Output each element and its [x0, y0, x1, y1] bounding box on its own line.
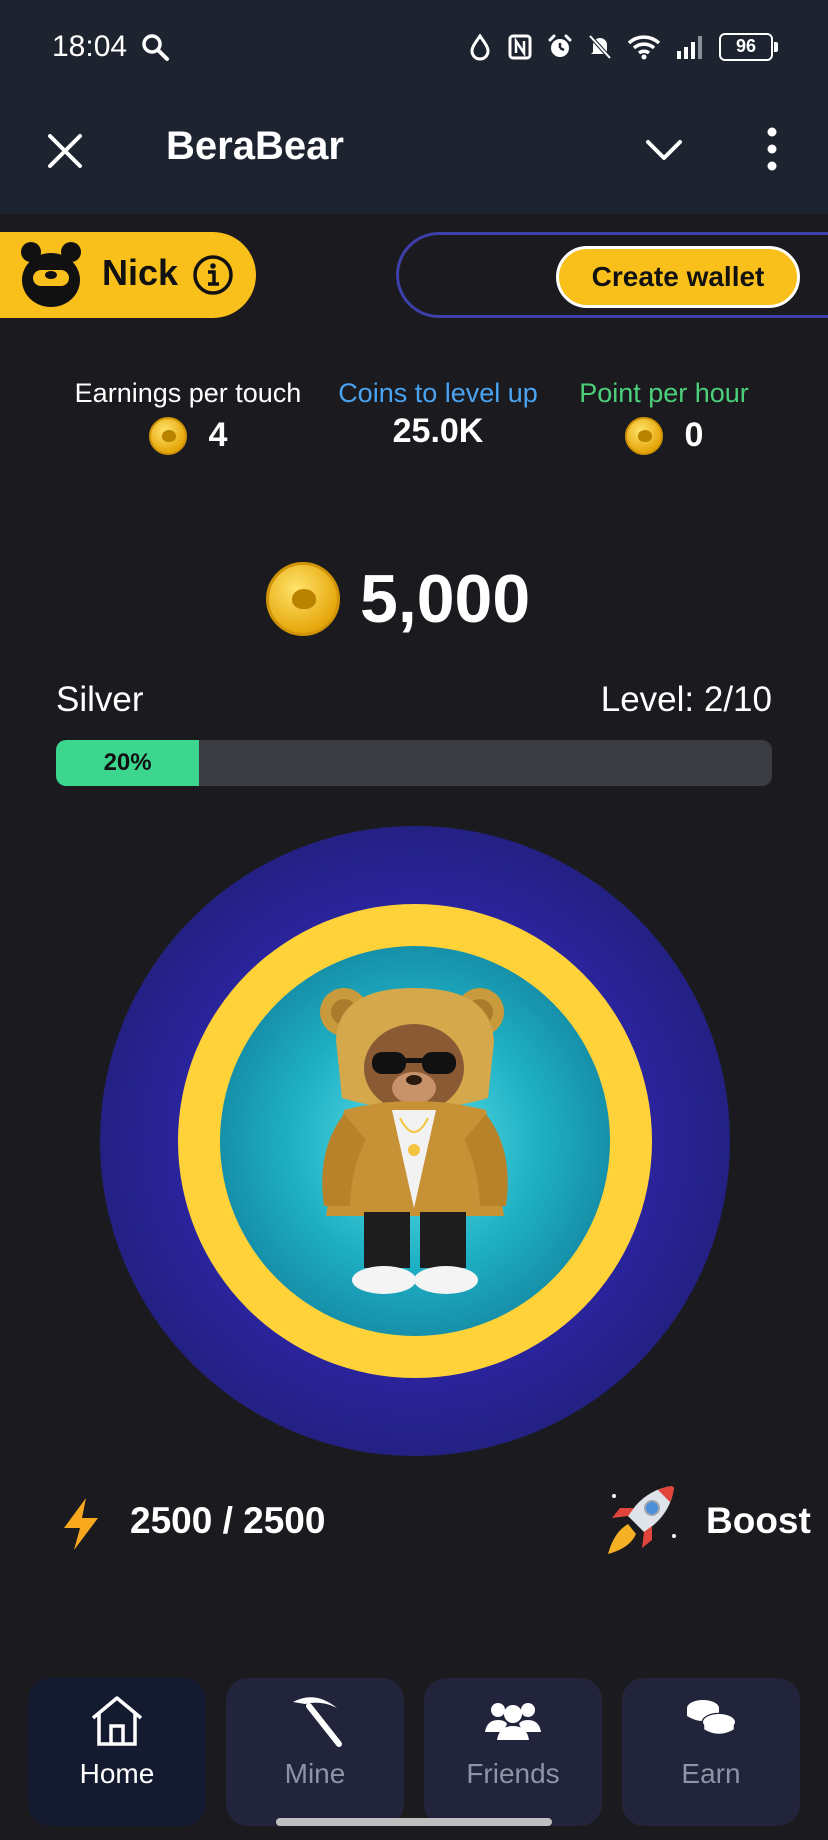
- nav-label-earn: Earn: [681, 1758, 741, 1789]
- home-icon: [91, 1696, 143, 1746]
- coins-to-level-up-value: 25.0K: [392, 412, 484, 450]
- rocket-icon[interactable]: [594, 1476, 686, 1568]
- level-progress-fill: 20%: [56, 740, 200, 786]
- bear-character-image: [320, 988, 508, 1294]
- nav-label-friends: Friends: [466, 1758, 560, 1789]
- coins-to-level-up-label: Coins to level up: [338, 378, 538, 408]
- coins-stack-icon: [687, 1700, 737, 1737]
- coin-icon: [624, 416, 663, 455]
- more-vertical-icon[interactable]: [760, 126, 784, 172]
- nav-label-home: Home: [79, 1758, 155, 1789]
- point-per-hour-label: Point per hour: [579, 378, 749, 408]
- boost-label[interactable]: Boost: [706, 1500, 811, 1542]
- profile-name: Nick: [102, 252, 179, 293]
- nav-label-mine: Mine: [284, 1758, 346, 1789]
- home-indicator[interactable]: [276, 1818, 552, 1826]
- mute-icon: [588, 34, 612, 60]
- profile-pill[interactable]: Nick: [0, 232, 256, 318]
- alarm-icon: [548, 34, 572, 57]
- status-icons: 96: [467, 30, 778, 64]
- lightning-icon: [64, 1498, 98, 1550]
- earnings-per-touch-value: 4: [208, 416, 228, 454]
- friends-icon: [485, 1703, 541, 1740]
- level-progress-bar: 20%: [56, 740, 772, 786]
- earnings-per-touch-label: Earnings per touch: [74, 378, 302, 408]
- create-wallet-button[interactable]: Create wallet: [556, 246, 800, 308]
- chevron-down-icon[interactable]: [644, 136, 684, 164]
- nav-home[interactable]: Home: [28, 1678, 206, 1826]
- info-icon[interactable]: [192, 254, 234, 296]
- tap-target[interactable]: [220, 946, 610, 1336]
- wifi-icon: [627, 35, 661, 60]
- balance: 5,000: [266, 560, 530, 638]
- nav-friends[interactable]: Friends: [424, 1678, 602, 1826]
- close-icon[interactable]: [46, 132, 84, 170]
- drop-icon: [470, 33, 490, 61]
- status-time: 18:04: [52, 30, 128, 63]
- coins-to-level-up-stat: Coins to level up 25.0K: [330, 374, 546, 451]
- nav-earn[interactable]: Earn: [622, 1678, 800, 1826]
- tier-label: Silver: [56, 680, 144, 719]
- point-per-hour-value: 0: [684, 416, 704, 454]
- signal-icon: [677, 36, 702, 59]
- bear-face-icon: [21, 242, 81, 307]
- balance-value: 5,000: [360, 561, 531, 637]
- pickaxe-icon: [293, 1697, 342, 1747]
- search-icon: [142, 34, 169, 61]
- point-per-hour-stat: Point per hour 0: [566, 374, 762, 455]
- app-title: BeraBear: [166, 124, 344, 168]
- coin-icon: [148, 416, 187, 455]
- battery-icon: 96: [719, 33, 778, 61]
- nav-mine[interactable]: Mine: [226, 1678, 404, 1826]
- nfc-icon: [508, 34, 532, 60]
- energy-value: 2500 / 2500: [130, 1500, 326, 1541]
- coin-icon: [266, 562, 340, 636]
- level-label: Level: 2/10: [600, 680, 772, 719]
- app-header: [0, 98, 828, 214]
- status-bar: 18:04 96: [0, 0, 828, 98]
- earnings-per-touch-stat: Earnings per touch 4: [60, 374, 316, 455]
